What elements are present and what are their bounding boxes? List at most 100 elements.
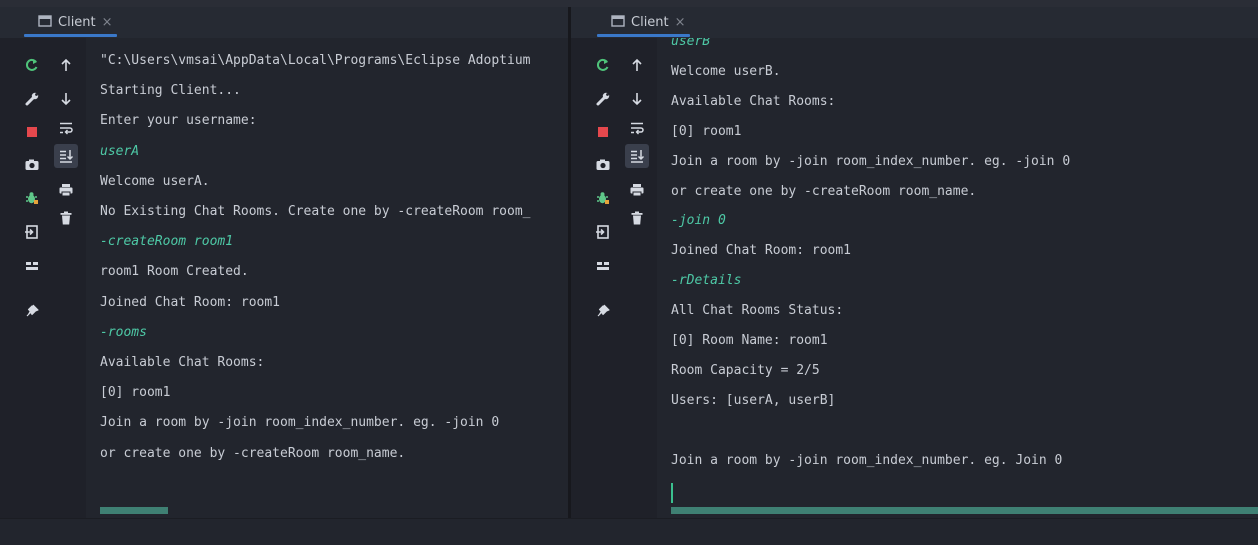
- soft-wrap-icon: [58, 120, 74, 136]
- arrow-down-icon: [58, 91, 74, 107]
- debug-bug-button[interactable]: [20, 186, 44, 210]
- arrow-up-button[interactable]: [54, 53, 78, 77]
- console-output-line: No Existing Chat Rooms. Create one by -c…: [100, 204, 531, 219]
- trash-button[interactable]: [625, 206, 649, 230]
- console-input-line: userB: [671, 38, 711, 49]
- console-output-line: Starting Client...: [100, 83, 241, 99]
- console-output-line: Join a room by -join room_index_number. …: [671, 452, 1063, 468]
- camera-icon: [24, 157, 40, 173]
- console-input-line: -rDetails: [671, 273, 742, 289]
- console-output-line: Room Capacity = 2/5: [671, 362, 820, 378]
- console-input-line: -join 0: [671, 213, 726, 229]
- console-output-line: Joined Chat Room: room1: [671, 243, 852, 259]
- rerun-icon: [595, 57, 611, 73]
- pin-icon: [595, 303, 611, 319]
- console-input-line: -createRoom room1: [100, 234, 234, 250]
- tab-label: Client: [58, 15, 96, 30]
- run-panel-left: Client × "C:\Users\vmsai\AppData\Local\P…: [0, 7, 568, 518]
- console-output-line: Welcome userB.: [671, 63, 781, 79]
- wrench-button[interactable]: [20, 87, 44, 111]
- console-output-line: All Chat Rooms Status:: [671, 303, 844, 319]
- trash-icon: [629, 210, 645, 226]
- arrow-up-icon: [58, 57, 74, 73]
- print-button[interactable]: [54, 178, 78, 202]
- exit-icon: [595, 224, 611, 240]
- scroll-to-end-button[interactable]: [625, 144, 649, 168]
- console-output-line: Available Chat Rooms:: [100, 355, 265, 370]
- rerun-button[interactable]: [20, 53, 44, 77]
- tab-label: Client: [631, 15, 669, 30]
- arrow-down-button[interactable]: [54, 87, 78, 111]
- horizontal-scrollbar-right[interactable]: [671, 507, 1258, 514]
- camera-button[interactable]: [20, 153, 44, 177]
- trash-button[interactable]: [54, 206, 78, 230]
- exit-button[interactable]: [20, 220, 44, 244]
- arrow-down-icon: [629, 91, 645, 107]
- text-caret: [671, 483, 673, 503]
- scroll-to-end-icon: [629, 148, 645, 164]
- exit-button[interactable]: [591, 220, 615, 244]
- trash-icon: [58, 210, 74, 226]
- console-output-line: [0] room1: [671, 123, 742, 139]
- console-output-right[interactable]: userB Welcome userB. Available Chat Rooms:…: [657, 38, 1258, 518]
- arrow-up-button[interactable]: [625, 53, 649, 77]
- console-output-line: or create one by -createRoom room_name.: [671, 183, 977, 199]
- soft-wrap-button[interactable]: [54, 116, 78, 140]
- debug-bug-icon: [24, 190, 40, 206]
- pin-button[interactable]: [20, 299, 44, 323]
- console-output-line: Join a room by -join room_index_number. …: [100, 415, 500, 431]
- console-input-line: userA: [100, 143, 140, 159]
- rerun-icon: [24, 57, 40, 73]
- stop-icon: [595, 124, 611, 140]
- console-toolbar-right: [571, 38, 657, 518]
- tab-client-right[interactable]: Client ×: [597, 7, 690, 38]
- rerun-button[interactable]: [591, 53, 615, 77]
- layout-icon: [595, 258, 611, 274]
- console-output-line: Users: [userA, userB]: [671, 392, 836, 408]
- tab-bar-right: Client ×: [571, 7, 1258, 38]
- horizontal-scrollbar-left[interactable]: [100, 507, 168, 514]
- console-output-line: [0] room1: [100, 385, 171, 401]
- close-icon[interactable]: ×: [675, 15, 686, 30]
- print-button[interactable]: [625, 178, 649, 202]
- status-strip: [0, 518, 1258, 545]
- console-output-line: Enter your username:: [100, 113, 257, 129]
- debug-bug-icon: [595, 190, 611, 206]
- tab-client-left[interactable]: Client ×: [24, 7, 117, 38]
- console-output-left[interactable]: "C:\Users\vmsai\AppData\Local\Programs\E…: [86, 38, 568, 518]
- wrench-icon: [595, 91, 611, 107]
- print-icon: [629, 182, 645, 198]
- pin-icon: [24, 303, 40, 319]
- console-output-line: Available Chat Rooms:: [671, 93, 836, 109]
- console-output-line: Joined Chat Room: room1: [100, 294, 281, 310]
- run-panel-right: Client × userB Welcome userB. Available Ch…: [571, 7, 1258, 518]
- layout-button[interactable]: [591, 254, 615, 278]
- stop-button[interactable]: [20, 120, 44, 144]
- layout-icon: [24, 258, 40, 274]
- camera-icon: [595, 157, 611, 173]
- console-output-line: or create one by -createRoom room_name.: [100, 445, 406, 461]
- console-output-line: Welcome userA.: [100, 173, 210, 189]
- stop-button[interactable]: [591, 120, 615, 144]
- soft-wrap-icon: [629, 120, 645, 136]
- console-output-line: "C:\Users\vmsai\AppData\Local\Programs\E…: [100, 53, 531, 68]
- console-window-icon: [38, 14, 52, 32]
- wrench-button[interactable]: [591, 87, 615, 111]
- tab-bar-left: Client ×: [0, 7, 568, 38]
- console-output-line: Join a room by -join room_index_number. …: [671, 153, 1071, 169]
- soft-wrap-button[interactable]: [625, 116, 649, 140]
- scroll-to-end-button[interactable]: [54, 144, 78, 168]
- tab-active-indicator: [597, 34, 690, 37]
- scroll-to-end-icon: [58, 148, 74, 164]
- layout-button[interactable]: [20, 254, 44, 278]
- close-icon[interactable]: ×: [102, 15, 113, 30]
- console-input-line: -rooms: [100, 324, 147, 340]
- debug-bug-button[interactable]: [591, 186, 615, 210]
- exit-icon: [24, 224, 40, 240]
- console-toolbar-left: [0, 38, 86, 518]
- arrow-down-button[interactable]: [625, 87, 649, 111]
- pin-button[interactable]: [591, 299, 615, 323]
- camera-button[interactable]: [591, 153, 615, 177]
- tab-active-indicator: [24, 34, 117, 37]
- console-output-line: room1 Room Created.: [100, 264, 249, 280]
